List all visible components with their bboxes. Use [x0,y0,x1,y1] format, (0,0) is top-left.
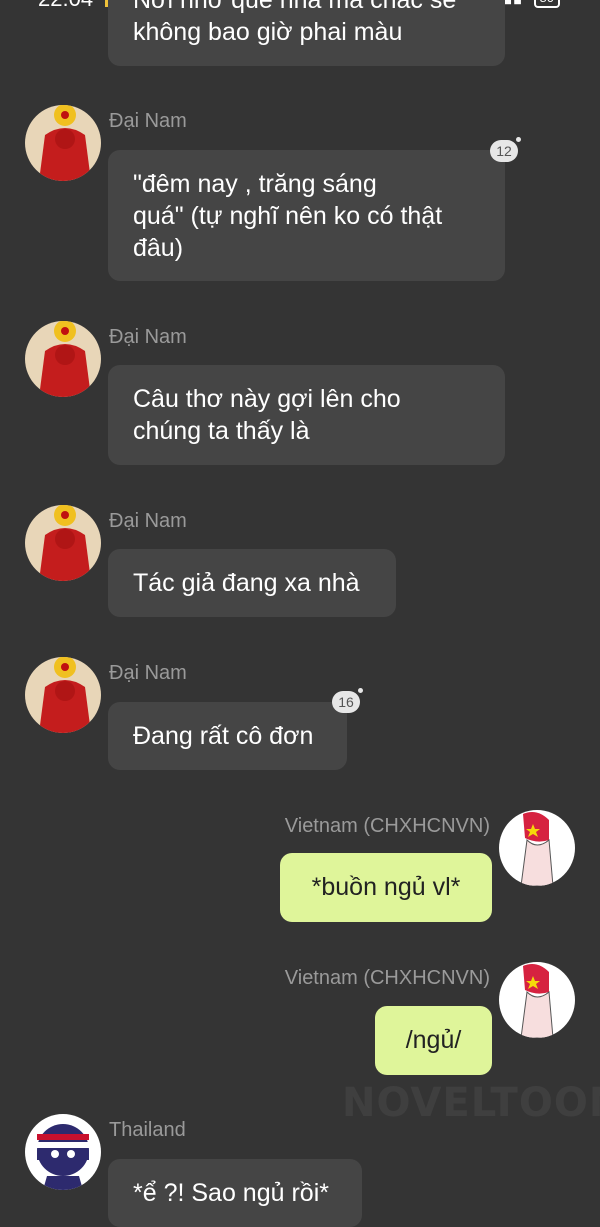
avatar-dai-nam[interactable] [25,321,101,397]
battery-icon: 80 [533,0,560,8]
avatar-vietnam[interactable] [499,962,575,1038]
sender-name: Đại Nam [109,326,187,348]
message-bubble-partial[interactable]: Nơi nhớ quê nhà mà chắc sẽ không bao giờ… [108,0,505,66]
noveltoon-watermark: NOVELTOON [342,1080,600,1126]
sender-name: Đại Nam [109,510,187,532]
sender-name: Thailand [109,1119,186,1141]
message-bubble[interactable]: Đang rất cô đơn [108,702,347,770]
avatar-dai-nam[interactable] [25,657,101,733]
message-bubble[interactable]: Câu thơ này gợi lên cho chúng ta thấy là [108,365,505,465]
sender-name: Vietnam (CHXHCNVN) [284,967,490,989]
reply-count-badge[interactable]: 16 [332,688,363,713]
sender-name: Đại Nam [109,662,187,684]
message-bubble[interactable]: "đêm nay , trăng sáng quá" (tự nghĩ nên … [108,150,505,281]
avatar-dai-nam[interactable] [25,505,101,581]
message-bubble[interactable]: Tác giả đang xa nhà [108,549,396,617]
message-bubble[interactable]: *ể ?! Sao ngủ rồi* [108,1159,362,1227]
message-bubble-self[interactable]: *buồn ngủ vl* [280,853,492,922]
message-bubble-self[interactable]: /ngủ/ [375,1006,492,1075]
reply-count-badge[interactable]: 12 [490,137,521,162]
avatar-dai-nam[interactable] [25,105,101,181]
status-time: 22:04 [38,0,93,12]
avatar-thailand[interactable] [25,1114,101,1190]
avatar-vietnam[interactable] [499,810,575,886]
sender-name: Vietnam (CHXHCNVN) [284,815,490,837]
sender-name: Đại Nam [109,110,187,132]
